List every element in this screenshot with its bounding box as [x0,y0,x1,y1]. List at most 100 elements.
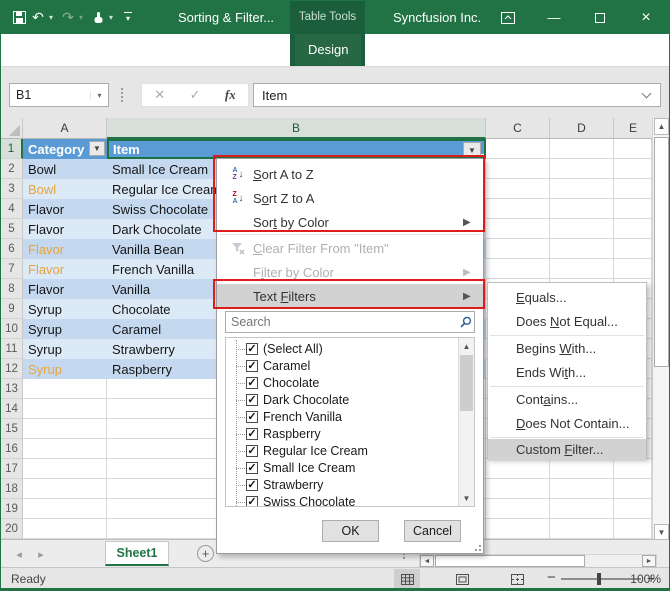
scroll-left-icon[interactable]: ◄ [420,555,434,567]
cell-C5[interactable] [486,219,550,239]
row-header-18[interactable]: 18 [1,479,23,499]
checkbox-checked-icon[interactable]: ✓ [246,428,258,440]
cell-C2[interactable] [486,159,550,179]
zoom-slider-track[interactable] [561,578,641,580]
row-header-7[interactable]: 7 [1,259,23,279]
submenu-item-custom-filter[interactable]: Custom Filter... [488,439,646,461]
cell-D5[interactable] [550,219,614,239]
checkbox-checked-icon[interactable]: ✓ [246,377,258,389]
ok-button[interactable]: OK [322,520,379,542]
list-scrollbar[interactable]: ▲ ▼ [458,338,474,506]
row-header-3[interactable]: 3 [1,179,23,199]
cell-A17[interactable] [23,459,107,479]
row-header-4[interactable]: 4 [1,199,23,219]
share-button[interactable]: Share [606,34,659,66]
row-header-19[interactable]: 19 [1,499,23,519]
search-input[interactable] [226,314,456,330]
row-header-1[interactable]: 1 [1,139,23,159]
tab-insert[interactable]: Insert [135,34,168,66]
row-header-17[interactable]: 17 [1,459,23,479]
checkbox-checked-icon[interactable]: ✓ [246,394,258,406]
filter-value-row-9[interactable]: ✓Swiss Chocolate [226,493,458,506]
sheet-nav-left-icon[interactable]: ◂ [9,540,29,568]
cell-E19[interactable] [614,499,652,519]
row-header-11[interactable]: 11 [1,339,23,359]
new-sheet-icon[interactable]: + [197,545,214,562]
submenu-item-equals[interactable]: Equals... [488,286,646,310]
cell-E17[interactable] [614,459,652,479]
cell-C18[interactable] [486,479,550,499]
cell-D4[interactable] [550,199,614,219]
cell-A1[interactable]: Category ▼ [23,139,107,159]
cell-E1[interactable] [614,139,652,159]
row-header-9[interactable]: 9 [1,299,23,319]
cell-C17[interactable] [486,459,550,479]
zoom-out-icon[interactable]: − [547,568,556,590]
cell-E18[interactable] [614,479,652,499]
filter-value-row-7[interactable]: ✓Small Ice Cream [226,459,458,476]
cell-E5[interactable] [614,219,652,239]
cell-A4[interactable]: Flavor [23,199,107,219]
touch-mode-dropdown-icon[interactable]: ▾ [109,13,117,22]
tab-view[interactable]: View [247,34,275,66]
vertical-scrollbar[interactable]: ▲ ▼ [652,118,669,541]
cell-D18[interactable] [550,479,614,499]
row-header-13[interactable]: 13 [1,379,23,399]
cell-A12[interactable]: Syrup [23,359,107,379]
cell-A14[interactable] [23,399,107,419]
row-header-16[interactable]: 16 [1,439,23,459]
cell-A11[interactable]: Syrup [23,339,107,359]
undo-icon[interactable]: ↶ [30,8,46,28]
formula-input[interactable]: Item [253,83,661,107]
cell-D6[interactable] [550,239,614,259]
row-header-10[interactable]: 10 [1,319,23,339]
cell-C20[interactable] [486,519,550,539]
cell-C6[interactable] [486,239,550,259]
cancel-entry-icon[interactable]: ✕ [154,87,165,103]
cell-A10[interactable]: Syrup [23,319,107,339]
submenu-item-ends-with[interactable]: Ends With... [488,361,646,385]
cell-D1[interactable] [550,139,614,159]
cell-C19[interactable] [486,499,550,519]
cell-A5[interactable]: Flavor [23,219,107,239]
cell-C1[interactable] [486,139,550,159]
submenu-item-contains[interactable]: Contains... [488,388,646,412]
cell-A2[interactable]: Bowl [23,159,107,179]
tab-file[interactable]: File [17,34,38,66]
checkbox-checked-icon[interactable]: ✓ [246,445,258,457]
cell-A9[interactable]: Syrup [23,299,107,319]
tab-design[interactable]: Design [295,34,361,66]
column-header-D[interactable]: D [550,118,614,139]
row-header-20[interactable]: 20 [1,519,23,539]
tell-me-box[interactable]: Tell me what you want to do [373,34,551,66]
minimize-button[interactable]: — [531,1,577,34]
name-box-dropdown-icon[interactable]: ▾ [90,91,108,100]
filter-value-row-1[interactable]: ✓Caramel [226,357,458,374]
sheet-tab-sheet1[interactable]: Sheet1 [105,541,169,566]
cell-E3[interactable] [614,179,652,199]
cell-D20[interactable] [550,519,614,539]
submenu-item-begins-with[interactable]: Begins With... [488,337,646,361]
submenu-item-does-not-equal[interactable]: Does Not Equal... [488,310,646,334]
cell-A19[interactable] [23,499,107,519]
checkbox-checked-icon[interactable]: ✓ [246,411,258,423]
expand-formula-bar-icon[interactable] [642,88,652,98]
filter-value-row-5[interactable]: ✓Raspberry [226,425,458,442]
close-button[interactable]: × [623,1,669,34]
cell-E2[interactable] [614,159,652,179]
horizontal-scrollbar[interactable]: ◄ ► [419,554,657,568]
redo-dropdown-icon[interactable]: ▾ [79,13,87,22]
category-filter-dropdown-icon[interactable]: ▼ [89,141,105,156]
filter-value-row-3[interactable]: ✓Dark Chocolate [226,391,458,408]
cell-A8[interactable]: Flavor [23,279,107,299]
zoom-level[interactable]: 100% [630,568,661,590]
cell-A13[interactable] [23,379,107,399]
cell-A7[interactable]: Flavor [23,259,107,279]
redo-icon[interactable]: ↷ [60,8,76,28]
cell-A16[interactable] [23,439,107,459]
list-scroll-down-icon[interactable]: ▼ [459,490,474,506]
list-scroll-up-icon[interactable]: ▲ [459,338,474,354]
filter-value-row-2[interactable]: ✓Chocolate [226,374,458,391]
normal-view-button[interactable] [394,569,420,589]
search-box[interactable] [225,311,475,333]
